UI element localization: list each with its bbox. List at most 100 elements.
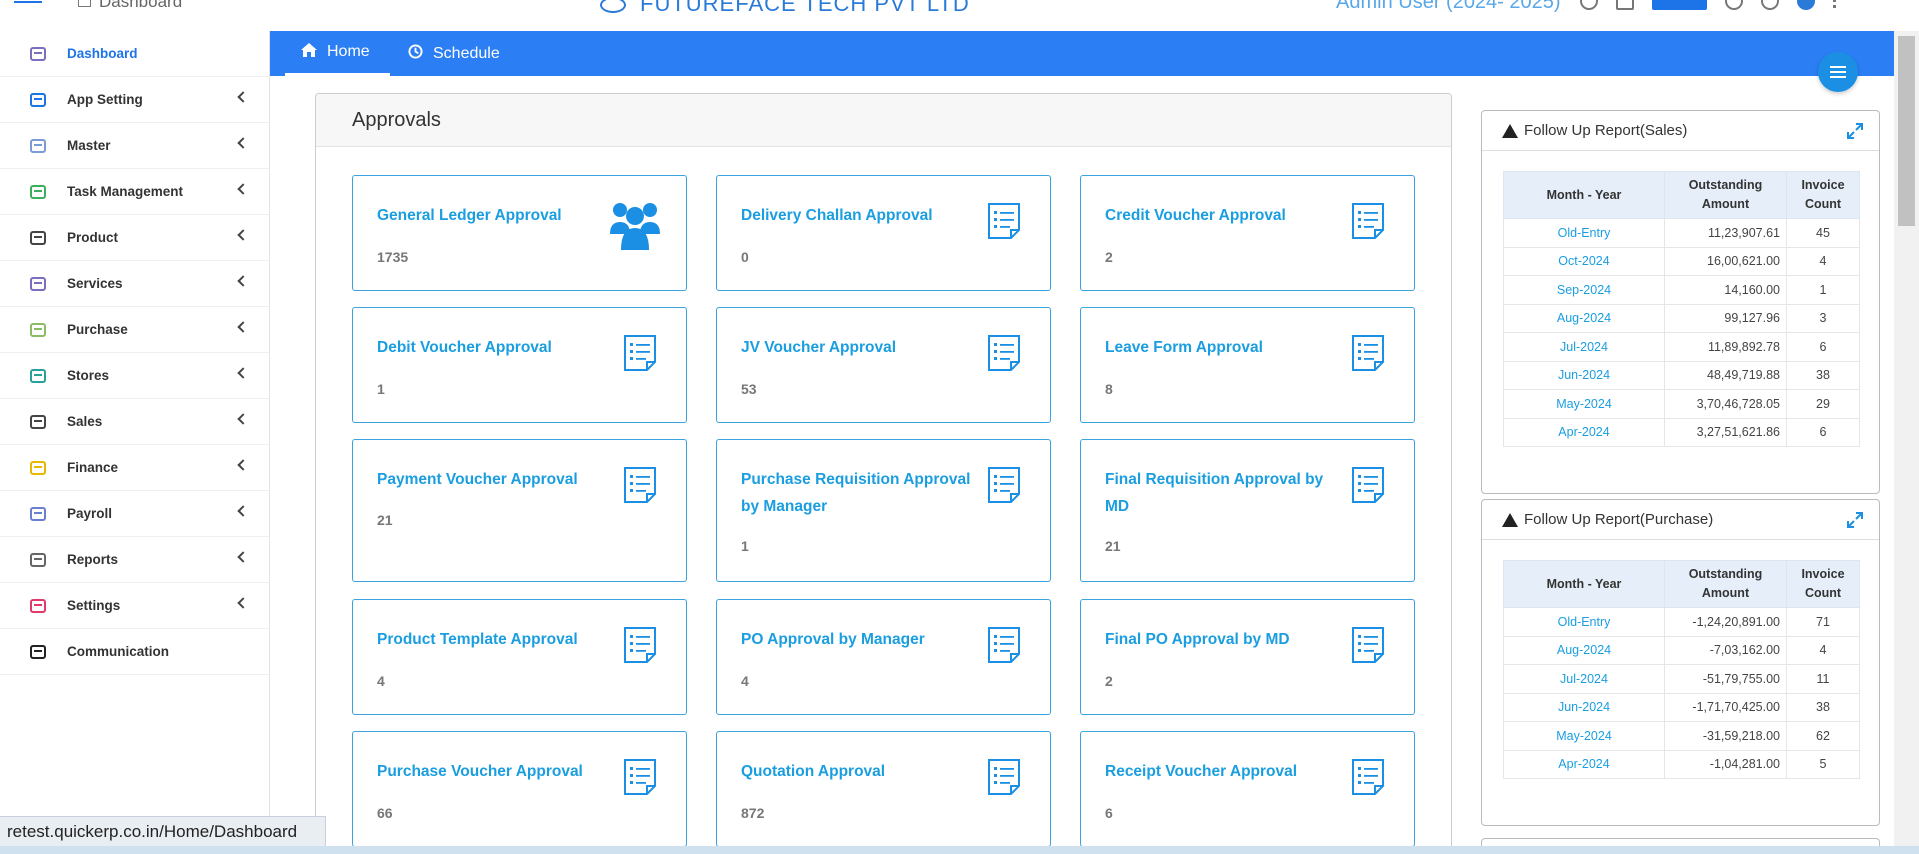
avatar[interactable] — [1797, 0, 1815, 10]
sidebar-item-settings[interactable]: Settings — [0, 583, 269, 629]
expand-icon[interactable] — [1847, 123, 1863, 139]
month-link[interactable]: Old-Entry — [1503, 607, 1665, 637]
count-cell: 38 — [1786, 692, 1860, 722]
approval-card[interactable]: Final PO Approval by MD 2 — [1080, 599, 1415, 715]
approval-card[interactable]: Debit Voucher Approval 1 — [352, 307, 687, 423]
breadcrumb: Dashboard — [78, 0, 182, 12]
approval-card[interactable]: Product Template Approval 4 — [352, 599, 687, 715]
approval-card[interactable]: Purchase Voucher Approval 66 — [352, 731, 687, 847]
chevron-left-icon[interactable] — [237, 137, 249, 149]
sidebar-item-stores[interactable]: Stores — [0, 353, 269, 399]
tab-schedule[interactable]: Schedule — [408, 31, 528, 76]
month-link[interactable]: Apr-2024 — [1503, 417, 1665, 447]
approval-card-count: 53 — [741, 381, 757, 397]
sidebar-item-reports[interactable]: Reports — [0, 537, 269, 583]
document-list-icon — [986, 758, 1022, 796]
approval-card[interactable]: JV Voucher Approval 53 — [716, 307, 1051, 423]
sidebar-item-app-setting[interactable]: App Setting — [0, 77, 269, 123]
table-row: Oct-2024 16,00,621.00 4 — [1503, 246, 1860, 276]
approval-card[interactable]: Delivery Challan Approval 0 — [716, 175, 1051, 291]
sidebar-item-payroll[interactable]: Payroll — [0, 491, 269, 537]
followup-sales-panel: Follow Up Report(Sales) Month - Year Outs… — [1481, 110, 1880, 494]
tab-home[interactable]: Home — [285, 31, 390, 76]
approval-card[interactable]: Payment Voucher Approval 21 — [352, 439, 687, 582]
amount-cell: -1,71,70,425.00 — [1664, 692, 1787, 722]
month-link[interactable]: Aug-2024 — [1503, 635, 1665, 665]
amount-cell: 11,23,907.61 — [1664, 218, 1787, 248]
sidebar-item-purchase[interactable]: Purchase — [0, 307, 269, 353]
sidebar-item-product[interactable]: Product — [0, 215, 269, 261]
chevron-left-icon[interactable] — [237, 229, 249, 241]
table-header-row: Month - Year Outstanding Amount Invoice Coun… — [1503, 560, 1860, 608]
amount-cell: 11,89,892.78 — [1664, 332, 1787, 362]
approval-card[interactable]: Purchase Requisition Approval by Manager… — [716, 439, 1051, 582]
month-link[interactable]: Jul-2024 — [1503, 332, 1665, 362]
document-list-icon — [986, 202, 1022, 240]
approval-card[interactable]: Receipt Voucher Approval 6 — [1080, 731, 1415, 847]
month-link[interactable]: Apr-2024 — [1503, 749, 1665, 779]
approval-card[interactable]: Quotation Approval 872 — [716, 731, 1051, 847]
chevron-left-icon[interactable] — [237, 459, 249, 471]
chevron-left-icon[interactable] — [237, 505, 249, 517]
approval-card[interactable]: Final Requisition Approval by MD 21 — [1080, 439, 1415, 582]
chevron-left-icon[interactable] — [237, 413, 249, 425]
search-icon[interactable] — [1580, 0, 1598, 10]
sidebar-item-task-management[interactable]: Task Management — [0, 169, 269, 215]
scrollbar[interactable] — [1894, 31, 1919, 854]
floating-menu-button[interactable] — [1818, 52, 1858, 92]
month-link[interactable]: Oct-2024 — [1503, 246, 1665, 276]
money-icon — [28, 459, 48, 477]
sidebar-item-dashboard[interactable]: Dashboard — [0, 31, 269, 77]
chevron-left-icon[interactable] — [237, 91, 249, 103]
amount-cell: -1,24,20,891.00 — [1664, 607, 1787, 637]
column-header: Month - Year — [1503, 560, 1665, 608]
payroll-icon — [28, 505, 48, 523]
user-label[interactable]: Admin User (2024- 2025) — [1336, 0, 1561, 14]
header-action-button[interactable] — [1652, 0, 1707, 10]
column-header-line: Amount — [1701, 197, 1750, 211]
chevron-left-icon[interactable] — [237, 597, 249, 609]
month-link[interactable]: Jun-2024 — [1503, 692, 1665, 722]
month-link[interactable]: Aug-2024 — [1503, 303, 1665, 333]
power-icon[interactable] — [1761, 0, 1779, 10]
table-row: Apr-2024 -1,04,281.00 5 — [1503, 749, 1860, 779]
sidebar-item-services[interactable]: Services — [0, 261, 269, 307]
month-link[interactable]: Jul-2024 — [1503, 664, 1665, 694]
chevron-left-icon[interactable] — [237, 321, 249, 333]
chevron-left-icon[interactable] — [237, 551, 249, 563]
hamburger-menu-icon[interactable] — [14, 0, 42, 12]
approval-card-title: Debit Voucher Approval — [377, 339, 552, 356]
amount-cell: -31,59,218.00 — [1664, 721, 1787, 751]
month-link[interactable]: Jun-2024 — [1503, 360, 1665, 390]
month-link[interactable]: Sep-2024 — [1503, 275, 1665, 305]
chevron-left-icon[interactable] — [237, 183, 249, 195]
chevron-left-icon[interactable] — [237, 367, 249, 379]
chevron-left-icon[interactable] — [237, 275, 249, 287]
column-header-line: Invoice — [1801, 178, 1845, 192]
more-icon[interactable] — [1833, 0, 1837, 8]
expand-icon[interactable] — [1847, 512, 1863, 528]
approval-card-title: Delivery Challan Approval — [741, 207, 933, 224]
warning-icon — [1502, 123, 1518, 138]
month-link[interactable]: May-2024 — [1503, 389, 1665, 419]
sidebar-item-label: Task Management — [67, 184, 184, 199]
info-icon[interactable] — [1725, 0, 1743, 10]
sidebar-item-communication[interactable]: Communication — [0, 629, 269, 675]
approval-card[interactable]: Leave Form Approval 8 — [1080, 307, 1415, 423]
dashboard-icon — [28, 45, 48, 63]
reports-icon — [28, 551, 48, 569]
month-link[interactable]: May-2024 — [1503, 721, 1665, 751]
tab-bar: Home Schedule — [270, 31, 1894, 76]
scrollbar-thumb[interactable] — [1898, 36, 1915, 226]
sidebar-item-finance[interactable]: Finance — [0, 445, 269, 491]
company-logo — [600, 0, 626, 14]
month-link[interactable]: Old-Entry — [1503, 218, 1665, 248]
sidebar-item-sales[interactable]: Sales — [0, 399, 269, 445]
chat-icon[interactable] — [1616, 0, 1634, 10]
approval-card[interactable]: Credit Voucher Approval 2 — [1080, 175, 1415, 291]
column-header-line: Outstanding — [1688, 567, 1763, 581]
approval-card[interactable]: General Ledger Approval 1735 — [352, 175, 687, 291]
approval-card[interactable]: PO Approval by Manager 4 — [716, 599, 1051, 715]
dashboard-icon — [78, 0, 91, 7]
sidebar-item-master[interactable]: Master — [0, 123, 269, 169]
